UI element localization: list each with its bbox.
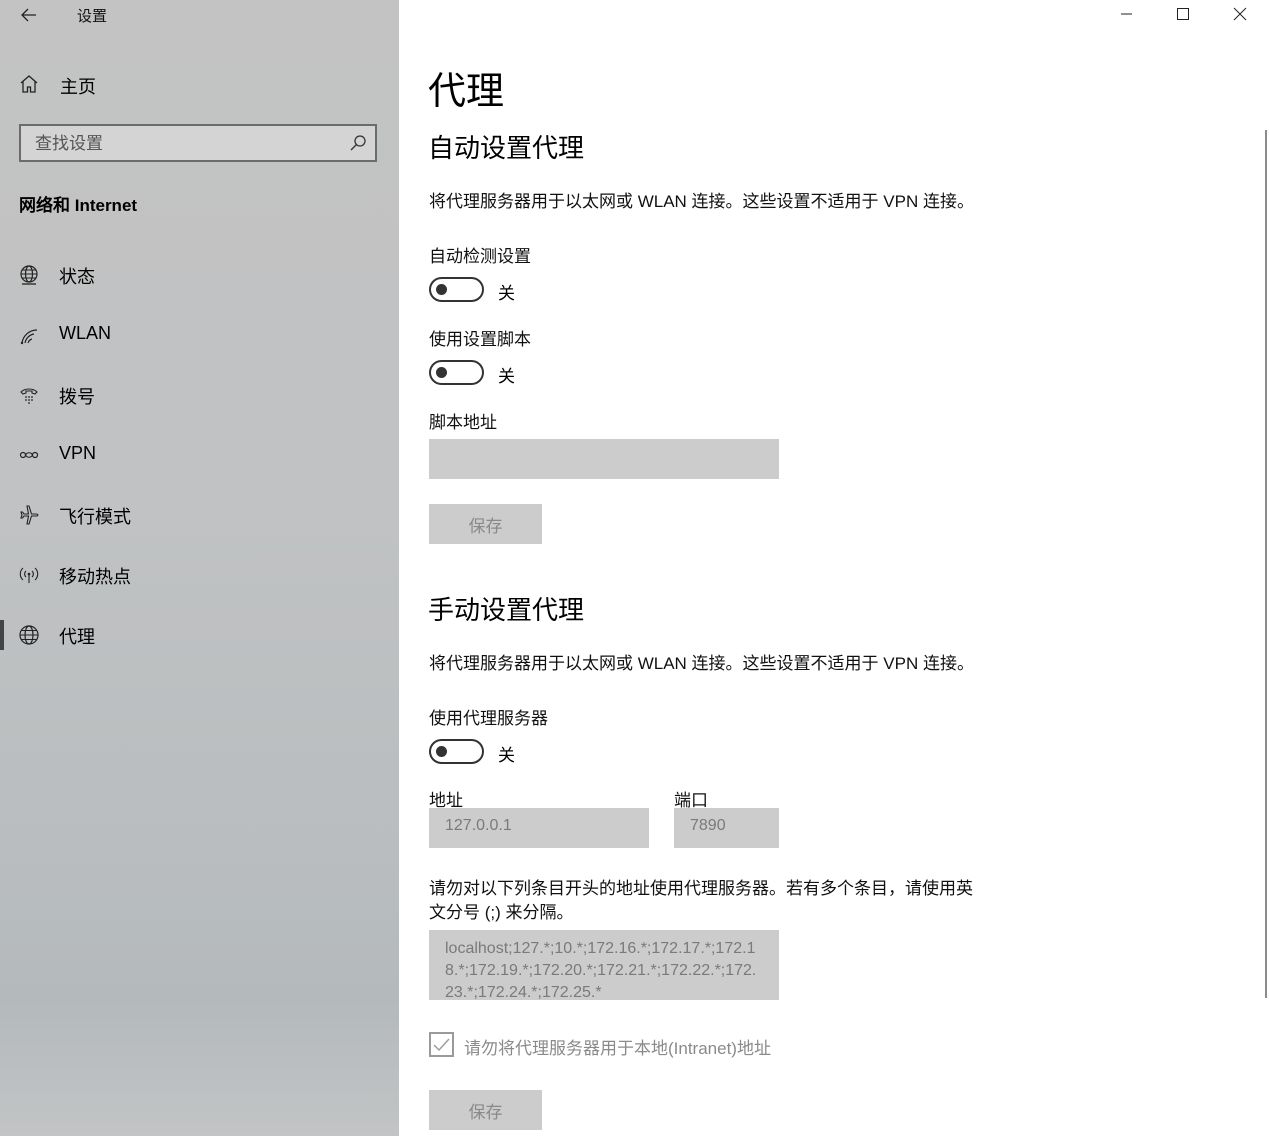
- home-icon: [18, 73, 40, 100]
- local-bypass-checkbox[interactable]: [429, 1032, 454, 1057]
- use-script-toggle[interactable]: [429, 360, 484, 385]
- active-indicator: [0, 620, 4, 650]
- local-bypass-label: 请勿将代理服务器用于本地(Intranet)地址: [464, 1039, 771, 1058]
- sidebar-item-label: 状态: [59, 267, 95, 287]
- auto-proxy-description: 将代理服务器用于以太网或 WLAN 连接。这些设置不适用于 VPN 连接。: [429, 192, 974, 211]
- checkmark-icon: [433, 1038, 450, 1052]
- auto-save-button[interactable]: 保存: [429, 504, 542, 544]
- search-input[interactable]: [21, 126, 347, 162]
- back-arrow-icon[interactable]: [18, 4, 40, 26]
- airplane-icon: [18, 504, 40, 526]
- hotspot-icon: [18, 564, 40, 586]
- use-proxy-label: 使用代理服务器: [429, 709, 548, 728]
- minimize-button[interactable]: [1098, 0, 1154, 28]
- manual-save-button[interactable]: 保存: [429, 1090, 542, 1130]
- app-title: 设置: [77, 8, 108, 25]
- scrollbar[interactable]: [1265, 130, 1267, 998]
- sidebar-item-status[interactable]: 状态: [0, 255, 399, 295]
- auto-proxy-heading: 自动设置代理: [428, 133, 585, 163]
- home-label: 主页: [60, 77, 96, 97]
- sidebar-item-vpn[interactable]: VPN: [0, 435, 399, 475]
- use-proxy-state: 关: [498, 746, 515, 765]
- use-script-state: 关: [498, 367, 515, 386]
- maximize-button[interactable]: [1155, 0, 1211, 28]
- exceptions-label-line1: 请勿对以下列条目开头的地址使用代理服务器。若有多个条目，请使用英: [429, 879, 973, 898]
- port-input[interactable]: 7890: [674, 808, 779, 848]
- main-panel: 代理 自动设置代理 将代理服务器用于以太网或 WLAN 连接。这些设置不适用于 …: [399, 0, 1269, 1136]
- sidebar: 设置 主页 网络和 Internet 状态 WLAN 拨号 V: [0, 0, 399, 1136]
- section-title: 网络和 Internet: [19, 196, 138, 215]
- address-input[interactable]: 127.0.0.1: [429, 808, 649, 848]
- manual-proxy-description: 将代理服务器用于以太网或 WLAN 连接。这些设置不适用于 VPN 连接。: [429, 654, 974, 673]
- globe-status-icon: [18, 264, 40, 286]
- wifi-icon: [18, 324, 40, 346]
- auto-detect-state: 关: [498, 284, 515, 303]
- auto-detect-label: 自动检测设置: [429, 247, 531, 266]
- sidebar-item-label: WLAN: [59, 323, 112, 343]
- toggle-knob: [436, 284, 447, 295]
- script-address-label: 脚本地址: [429, 413, 497, 432]
- sidebar-item-label: 代理: [59, 627, 95, 647]
- sidebar-item-label: VPN: [59, 443, 97, 463]
- close-button[interactable]: [1212, 0, 1268, 28]
- use-proxy-toggle[interactable]: [429, 739, 484, 764]
- sidebar-item-label: 飞行模式: [59, 507, 131, 527]
- exceptions-textarea[interactable]: localhost;127.*;10.*;172.16.*;172.17.*;1…: [429, 930, 779, 1000]
- use-script-label: 使用设置脚本: [429, 330, 531, 349]
- search-icon[interactable]: [349, 134, 367, 152]
- search-box[interactable]: [19, 124, 377, 162]
- vpn-icon: [18, 444, 40, 466]
- toggle-knob: [436, 367, 447, 378]
- sidebar-item-airplane[interactable]: 飞行模式: [0, 495, 399, 535]
- toggle-knob: [436, 746, 447, 757]
- sidebar-item-label: 移动热点: [59, 567, 131, 587]
- sidebar-home[interactable]: 主页: [18, 73, 96, 99]
- sidebar-item-wlan[interactable]: WLAN: [0, 315, 399, 355]
- manual-proxy-heading: 手动设置代理: [428, 595, 585, 625]
- sidebar-item-label: 拨号: [59, 387, 95, 407]
- phone-dialup-icon: [18, 384, 40, 406]
- script-address-input[interactable]: [429, 439, 779, 479]
- globe-icon: [18, 624, 40, 646]
- sidebar-item-dialup[interactable]: 拨号: [0, 375, 399, 415]
- exceptions-label-line2: 文分号 (;) 来分隔。: [429, 903, 574, 922]
- auto-detect-toggle[interactable]: [429, 277, 484, 302]
- page-title: 代理: [428, 71, 505, 113]
- sidebar-item-proxy[interactable]: 代理: [0, 615, 399, 655]
- sidebar-item-hotspot[interactable]: 移动热点: [0, 555, 399, 595]
